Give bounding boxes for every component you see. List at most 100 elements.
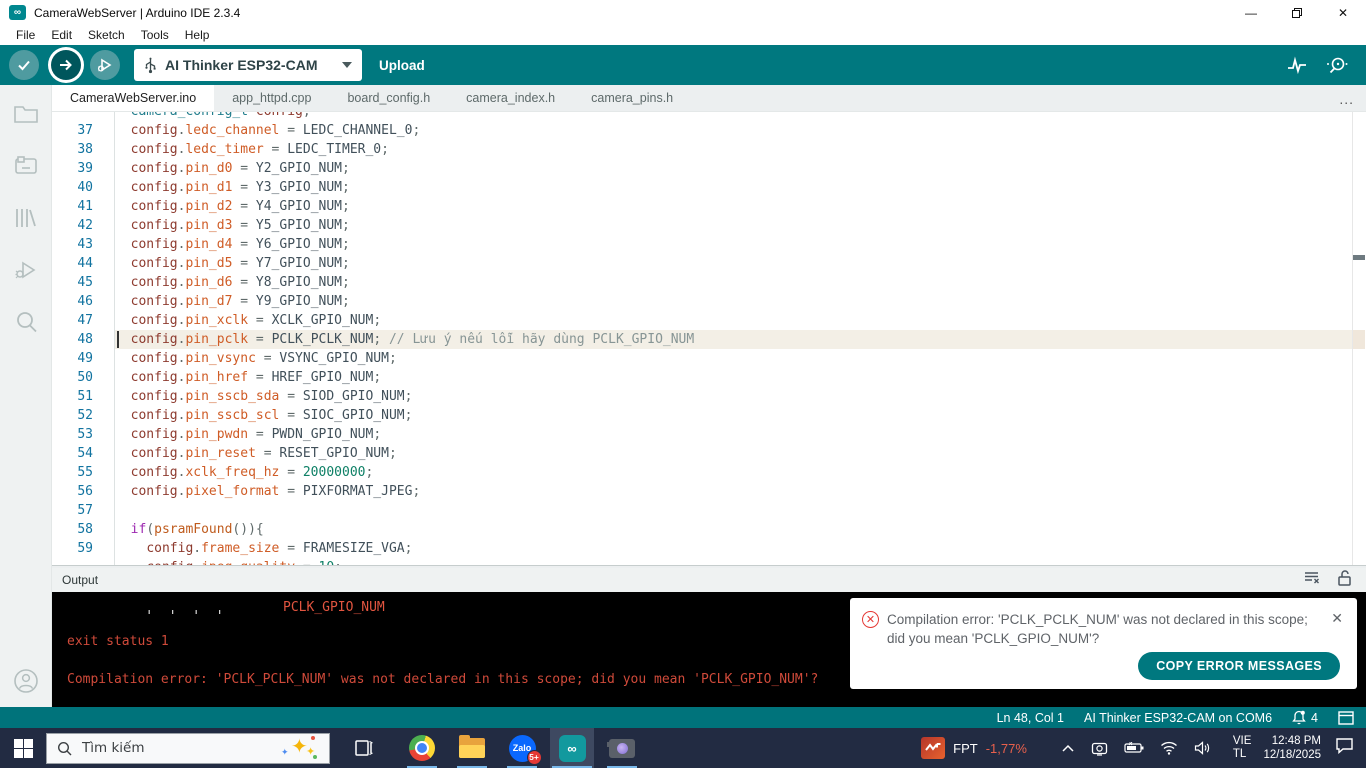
code-token	[115, 218, 131, 233]
minimize-button[interactable]: —	[1228, 0, 1274, 25]
tab-camerawebserver-ino[interactable]: CameraWebServer.ino	[52, 85, 214, 111]
system-tray: FPT -1,77% VIE TL 12:48 PM	[921, 734, 1366, 762]
code-text: config.ledc_timer = LEDC_TIMER_0;	[115, 140, 389, 159]
terminal-exit-status: exit status 1	[67, 634, 169, 649]
screen-record-tray-icon[interactable]	[1091, 741, 1108, 756]
code-token: =	[232, 199, 255, 214]
code-line: 39 config.pin_d0 = Y2_GPIO_NUM;	[52, 159, 1352, 178]
stock-widget-icon[interactable]	[921, 737, 945, 759]
toggle-autoscroll-button[interactable]	[1337, 569, 1352, 591]
check-icon	[16, 57, 32, 73]
code-line-content: config.pin_reset = RESET_GPIO_NUM;	[115, 444, 1352, 463]
board-selector-dropdown[interactable]: AI Thinker ESP32-CAM	[134, 49, 362, 81]
search-panel-button[interactable]	[0, 305, 52, 339]
code-token: config	[146, 560, 193, 565]
boards-manager-button[interactable]	[0, 149, 52, 183]
code-token: =	[232, 161, 255, 176]
code-token: =	[232, 218, 255, 233]
language-indicator[interactable]: VIE TL	[1233, 735, 1252, 761]
code-line: 47 config.pin_xclk = XCLK_GPIO_NUM;	[52, 311, 1352, 330]
tab-camera-index-h[interactable]: camera_index.h	[448, 85, 573, 111]
code-token: ;	[405, 541, 413, 556]
code-token: pin_d0	[185, 161, 232, 176]
code-token: =	[232, 294, 255, 309]
serial-plotter-button[interactable]	[1284, 52, 1310, 78]
verify-button[interactable]	[9, 50, 39, 80]
code-token: ;	[303, 112, 311, 119]
debug-panel-button[interactable]	[0, 253, 52, 287]
code-line-content: config.pin_pwdn = PWDN_GPIO_NUM;	[115, 425, 1352, 444]
notification-count: 4	[1311, 711, 1318, 725]
scrollbar-marker	[1353, 255, 1365, 260]
code-line: 54 config.pin_reset = RESET_GPIO_NUM;	[52, 444, 1352, 463]
code-token: ;	[342, 161, 350, 176]
taskbar-search[interactable]: Tìm kiếm ✦✦✦	[46, 733, 330, 764]
code-token: =	[232, 256, 255, 271]
camera-taskbar-button[interactable]	[600, 728, 644, 768]
restore-button[interactable]	[1274, 0, 1320, 25]
code-line-content: config.pin_sscb_scl = SIOC_GPIO_NUM;	[115, 406, 1352, 425]
copy-error-messages-button[interactable]: COPY ERROR MESSAGES	[1138, 652, 1340, 680]
account-button[interactable]	[0, 667, 52, 695]
toggle-panel-button[interactable]	[1338, 711, 1354, 725]
error-notification-toast: ✕ Compilation error: 'PCLK_PCLK_NUM' was…	[850, 598, 1357, 689]
close-button[interactable]: ✕	[1320, 0, 1366, 25]
code-text: config.pin_d2 = Y4_GPIO_NUM;	[115, 197, 350, 216]
arduino-taskbar-button[interactable]: ∞	[550, 728, 594, 768]
code-token: config	[131, 180, 178, 195]
tab-camera-pins-h[interactable]: camera_pins.h	[573, 85, 691, 111]
menu-file[interactable]: File	[8, 26, 43, 44]
notifications-button[interactable]: 4	[1292, 710, 1318, 725]
upload-button[interactable]	[51, 50, 81, 80]
code-token	[115, 112, 131, 119]
code-text: config.pin_d6 = Y8_GPIO_NUM;	[115, 273, 350, 292]
code-text: config.pin_sscb_scl = SIOC_GPIO_NUM;	[115, 406, 412, 425]
tab-board-config-h[interactable]: board_config.h	[329, 85, 448, 111]
code-line: 58 if(psramFound()){	[52, 520, 1352, 539]
code-token	[115, 408, 131, 423]
task-view-button[interactable]	[342, 728, 386, 768]
start-button[interactable]	[0, 728, 46, 768]
menu-sketch[interactable]: Sketch	[80, 26, 133, 44]
code-line-content: config.pin_d0 = Y2_GPIO_NUM;	[115, 159, 1352, 178]
cursor-position[interactable]: Ln 48, Col 1	[997, 711, 1064, 725]
windows-logo-icon	[14, 739, 33, 758]
wifi-tray-icon[interactable]	[1160, 741, 1178, 755]
code-text: config.pin_d0 = Y2_GPIO_NUM;	[115, 159, 350, 178]
volume-tray-icon[interactable]	[1194, 741, 1211, 755]
board-port-status[interactable]: AI Thinker ESP32-CAM on COM6	[1084, 711, 1272, 725]
clear-output-button[interactable]	[1303, 569, 1321, 591]
code-token: pin_d5	[185, 256, 232, 271]
notification-bubble-icon	[1335, 737, 1354, 754]
menu-tools[interactable]: Tools	[133, 26, 177, 44]
code-token: =	[279, 484, 302, 499]
battery-tray-icon[interactable]	[1124, 742, 1144, 754]
action-center-button[interactable]	[1335, 737, 1354, 759]
tab-app-httpd-cpp[interactable]: app_httpd.cpp	[214, 85, 329, 111]
stock-change[interactable]: -1,77%	[986, 741, 1027, 756]
file-explorer-taskbar-button[interactable]	[450, 728, 494, 768]
tray-expand-button[interactable]	[1061, 744, 1075, 753]
library-manager-button[interactable]	[0, 201, 52, 235]
stock-label[interactable]: FPT	[953, 741, 978, 756]
code-token: =	[248, 332, 271, 347]
toast-close-button[interactable]: ✕	[1331, 610, 1343, 626]
taskbar-clock[interactable]: 12:48 PM 12/18/2025	[1263, 734, 1321, 762]
code-token	[115, 123, 131, 138]
sketchbook-button[interactable]	[0, 97, 52, 131]
zalo-taskbar-button[interactable]: Zalo 5+	[500, 728, 544, 768]
debug-button[interactable]	[90, 50, 120, 80]
tab-overflow-button[interactable]: ...	[1339, 85, 1354, 112]
menu-help[interactable]: Help	[177, 26, 218, 44]
chrome-taskbar-button[interactable]	[400, 728, 444, 768]
menu-edit[interactable]: Edit	[43, 26, 80, 44]
code-line-content: config.frame_size = FRAMESIZE_VGA;	[115, 539, 1352, 558]
code-editor[interactable]: camera_config_t config;37 config.ledc_ch…	[52, 112, 1366, 565]
code-text: if(psramFound()){	[115, 520, 264, 539]
serial-monitor-button[interactable]	[1324, 52, 1350, 78]
debug-play-icon	[13, 258, 39, 282]
editor-scrollbar[interactable]	[1352, 112, 1366, 565]
code-token: pin_d2	[185, 199, 232, 214]
code-line-content: camera_config_t config;	[115, 112, 1352, 121]
chevron-up-icon	[1061, 744, 1075, 753]
